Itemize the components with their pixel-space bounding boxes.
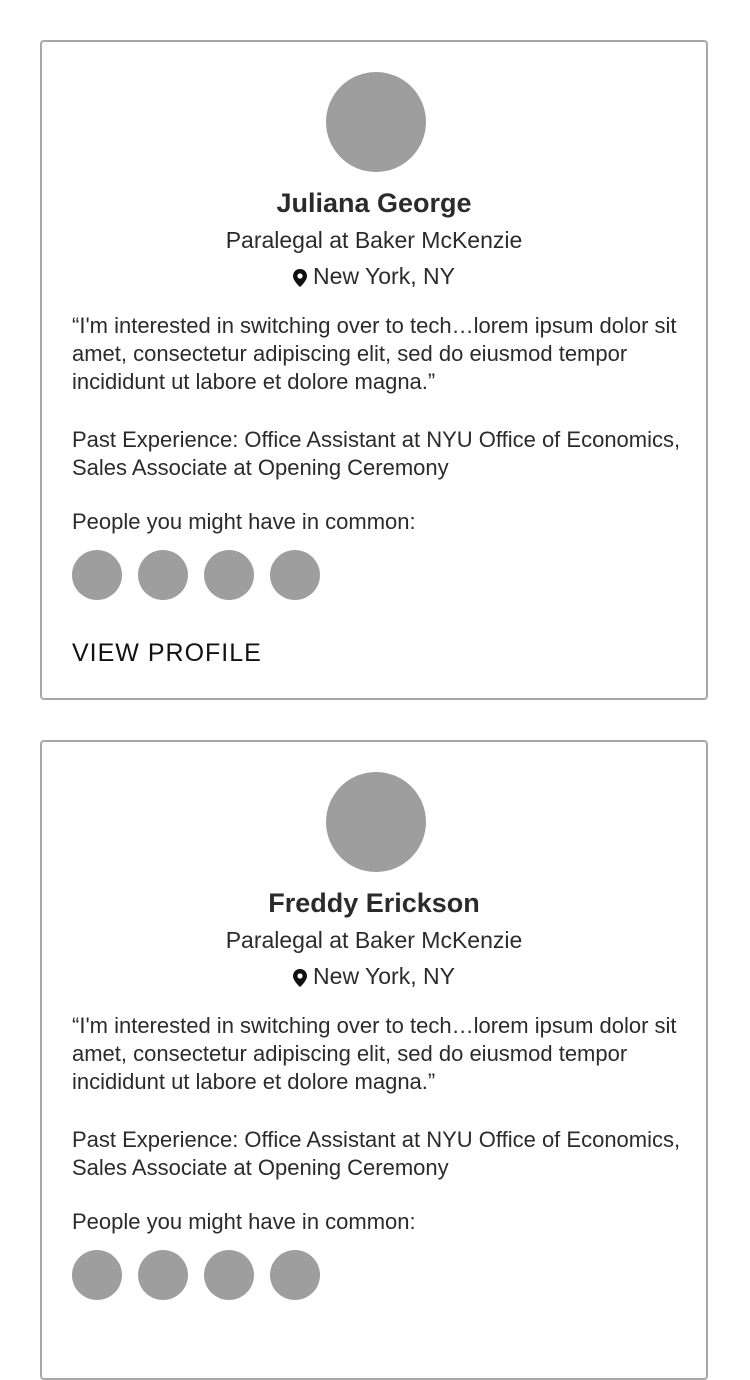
location-text: New York, NY (313, 263, 455, 289)
profile-name: Freddy Erickson (268, 888, 480, 918)
common-people-list (72, 550, 320, 600)
profile-title: Paralegal at Baker McKenzie (225, 927, 523, 953)
profile-location: New York, NY (42, 962, 706, 990)
profile-quote: “I'm interested in switching over to tec… (72, 313, 677, 394)
common-person-avatar[interactable] (138, 1250, 188, 1300)
past-experience: Past Experience: Office Assistant at NYU… (72, 1127, 681, 1180)
profile-card: Juliana George Paralegal at Baker McKenz… (40, 40, 708, 700)
common-people-label: People you might have in common: (72, 1209, 416, 1234)
common-person-avatar[interactable] (138, 550, 188, 600)
common-person-avatar[interactable] (270, 1250, 320, 1300)
map-pin-icon (293, 269, 308, 287)
profile-name: Juliana George (276, 188, 472, 218)
profile-title: Paralegal at Baker McKenzie (225, 227, 523, 253)
past-experience: Past Experience: Office Assistant at NYU… (72, 427, 681, 480)
common-person-avatar[interactable] (270, 550, 320, 600)
common-person-avatar[interactable] (204, 550, 254, 600)
common-people-label: People you might have in common: (72, 509, 416, 534)
profile-card: Freddy Erickson Paralegal at Baker McKen… (40, 740, 708, 1380)
common-person-avatar[interactable] (72, 550, 122, 600)
profile-location: New York, NY (42, 262, 706, 290)
view-profile-button[interactable]: VIEW PROFILE (72, 638, 262, 668)
common-person-avatar[interactable] (72, 1250, 122, 1300)
common-person-avatar[interactable] (204, 1250, 254, 1300)
location-text: New York, NY (313, 963, 455, 989)
avatar[interactable] (326, 772, 426, 872)
common-people-list (72, 1250, 320, 1300)
avatar[interactable] (326, 72, 426, 172)
map-pin-icon (293, 969, 308, 987)
profile-quote: “I'm interested in switching over to tec… (72, 1013, 677, 1094)
